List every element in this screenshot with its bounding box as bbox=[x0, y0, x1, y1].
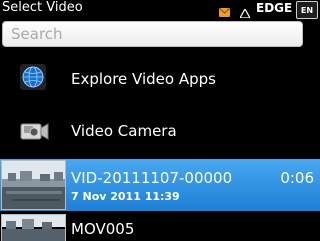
video-camera-icon bbox=[19, 118, 49, 144]
signal-icon bbox=[238, 3, 252, 19]
video-thumbnail bbox=[1, 214, 66, 241]
video-list-item[interactable]: MOV005 bbox=[0, 213, 320, 241]
explore-video-apps-item[interactable]: Explore Video Apps bbox=[0, 56, 320, 106]
video-name: VID-20111107-00000 bbox=[71, 169, 233, 187]
explore-video-apps-label: Explore Video Apps bbox=[71, 70, 216, 88]
video-list-item[interactable]: VID-20111107-00000 7 Nov 2011 11:39 0:06 bbox=[0, 159, 320, 211]
page-title: Select Video bbox=[2, 0, 83, 15]
video-date: 7 Nov 2011 11:39 bbox=[71, 190, 180, 203]
search-input[interactable]: Search bbox=[2, 21, 303, 47]
video-duration: 0:06 bbox=[280, 169, 314, 187]
video-camera-label: Video Camera bbox=[71, 122, 177, 140]
language-indicator[interactable]: EN bbox=[296, 1, 318, 19]
network-indicator: EDGE bbox=[256, 1, 293, 15]
video-camera-item[interactable]: Video Camera bbox=[0, 108, 320, 156]
video-name: MOV005 bbox=[71, 220, 135, 238]
notification-icon[interactable] bbox=[218, 2, 231, 17]
video-thumbnail bbox=[1, 160, 66, 210]
globe-icon bbox=[20, 64, 46, 90]
status-bar: Select Video EDGE EN bbox=[0, 0, 320, 19]
